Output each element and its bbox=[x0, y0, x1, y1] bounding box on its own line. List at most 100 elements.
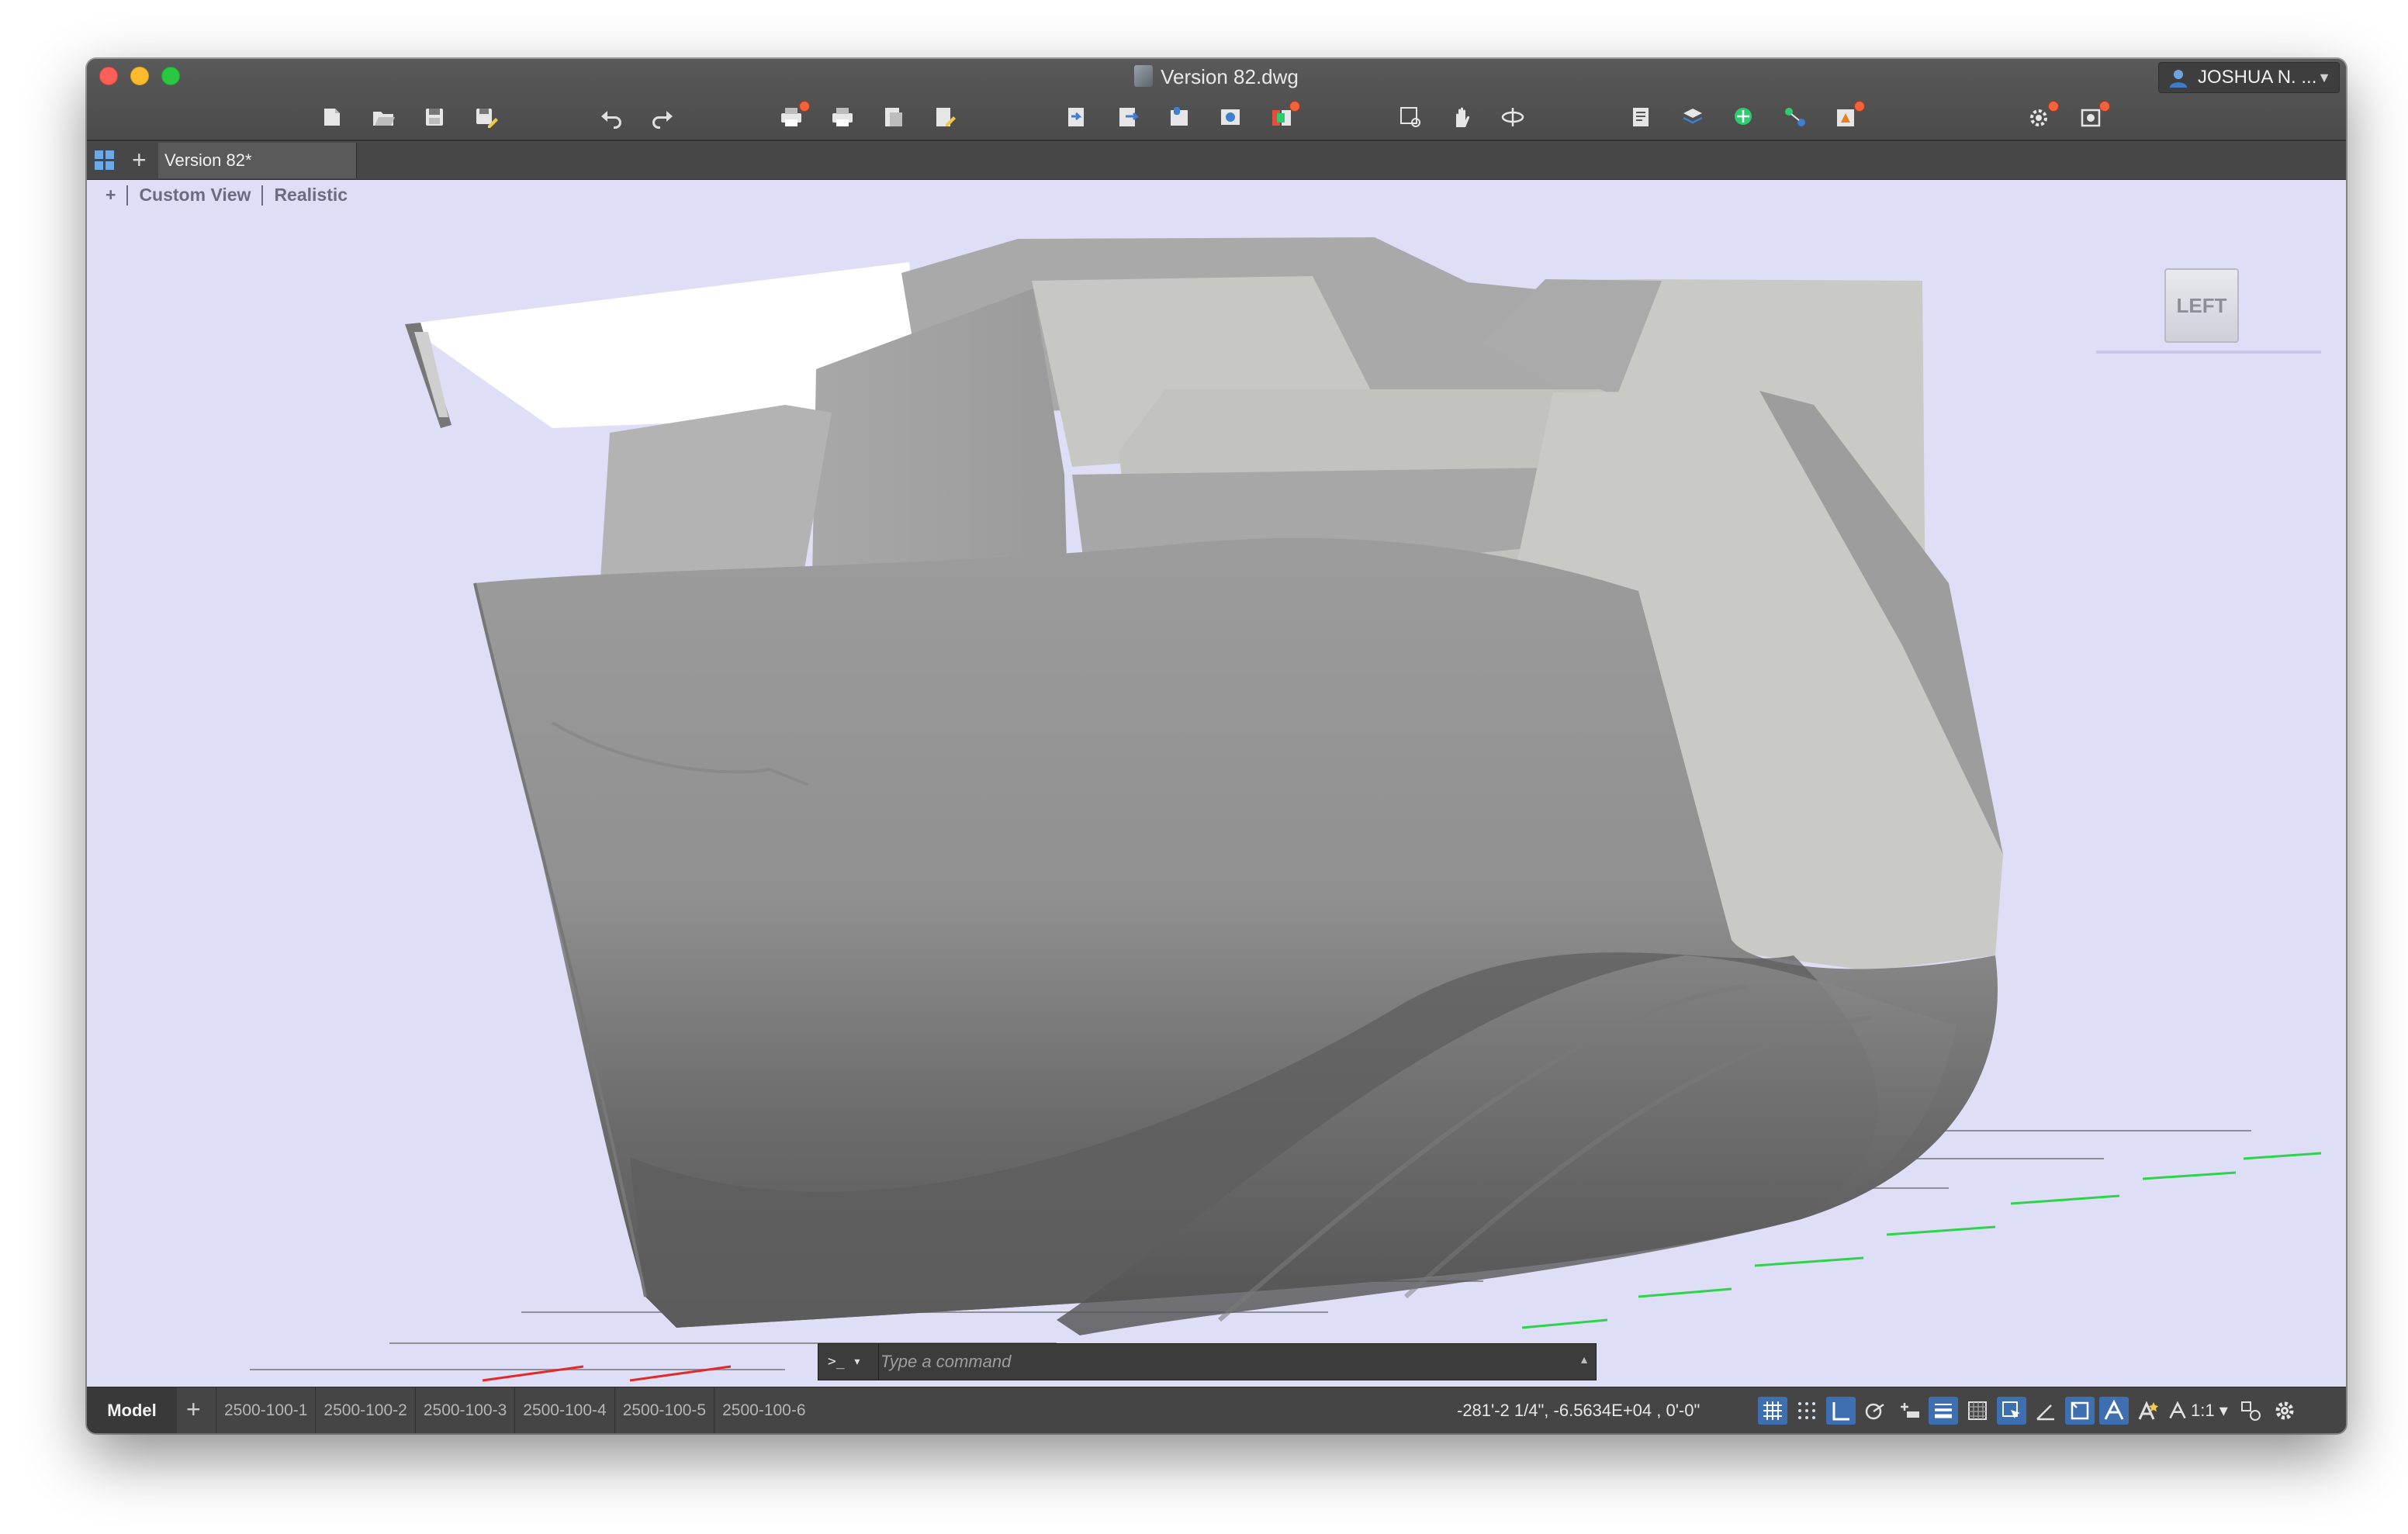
tab-layout[interactable]: 2500-100-1 bbox=[216, 1387, 315, 1433]
open-button[interactable] bbox=[368, 102, 399, 132]
transparency-toggle[interactable] bbox=[1963, 1397, 1992, 1425]
render-button[interactable] bbox=[2076, 101, 2110, 132]
tab-model[interactable]: Model bbox=[87, 1387, 177, 1433]
user-icon bbox=[2170, 70, 2187, 88]
chevron-down-icon: ▼ bbox=[2317, 70, 2331, 85]
viewcube-face-left[interactable]: LEFT bbox=[2164, 268, 2239, 343]
notify-button[interactable] bbox=[1831, 101, 1865, 132]
chevron-up-icon[interactable]: ▲ bbox=[1579, 1353, 1590, 1366]
layout-tabs: 2500-100-1 2500-100-2 2500-100-3 2500-10… bbox=[216, 1387, 814, 1433]
viewcube-compass bbox=[2096, 351, 2321, 354]
annotation-scale-icon bbox=[2169, 1401, 2186, 1419]
auto-scale-icon bbox=[2138, 1401, 2158, 1420]
visual-style-button[interactable]: Realistic bbox=[274, 185, 348, 206]
title-bar: Version 82.dwg JOSHUA N. ... ▼ bbox=[87, 59, 2346, 141]
lineweight-toggle[interactable] bbox=[1929, 1397, 1958, 1425]
coordinate-icon bbox=[1735, 108, 1752, 125]
tab-layout[interactable]: 2500-100-2 bbox=[315, 1387, 414, 1433]
settings-button[interactable] bbox=[2025, 101, 2059, 132]
viewport-menu-button[interactable]: + bbox=[106, 185, 116, 206]
ortho-toggle[interactable] bbox=[1826, 1397, 1856, 1425]
auto-scale-toggle[interactable] bbox=[2133, 1397, 2163, 1425]
references-button[interactable] bbox=[1266, 101, 1300, 132]
import-button[interactable] bbox=[1061, 102, 1092, 132]
orbit-icon bbox=[1501, 108, 1524, 126]
tab-version-82[interactable]: Version 82* bbox=[158, 143, 357, 178]
main-toolbar bbox=[87, 98, 2346, 136]
annotation-visibility-toggle[interactable] bbox=[2099, 1397, 2129, 1425]
status-bar: Model + 2500-100-1 2500-100-2 2500-100-3… bbox=[87, 1387, 2346, 1433]
notification-badge bbox=[799, 101, 810, 112]
grid-icon bbox=[1763, 1401, 1782, 1420]
selection-cycling-toggle[interactable] bbox=[1997, 1397, 2026, 1425]
batch-plot-button[interactable] bbox=[827, 102, 858, 132]
add-layout-button[interactable]: + bbox=[186, 1394, 201, 1425]
snap-toggle[interactable] bbox=[1792, 1397, 1822, 1425]
dwg-file-icon bbox=[1134, 65, 1154, 87]
export-icon bbox=[1119, 108, 1140, 126]
properties-button[interactable] bbox=[1626, 102, 1657, 132]
export-button[interactable] bbox=[1112, 102, 1143, 132]
tab-layout[interactable]: 2500-100-6 bbox=[714, 1387, 813, 1433]
annotation-scale-button[interactable]: 1:1 ▾ bbox=[2168, 1397, 2231, 1425]
plot-button[interactable] bbox=[776, 101, 810, 132]
view-control-button[interactable]: Custom View bbox=[139, 185, 251, 206]
command-input[interactable] bbox=[881, 1349, 1563, 1375]
share-button[interactable] bbox=[1215, 102, 1246, 132]
command-history-button[interactable]: >_ ▾ bbox=[818, 1344, 879, 1380]
angle-icon bbox=[2036, 1404, 2054, 1421]
osnap-toggle[interactable] bbox=[2065, 1397, 2095, 1425]
orbit-button[interactable] bbox=[1497, 102, 1528, 132]
new-tab-button[interactable]: + bbox=[132, 144, 147, 175]
document-tab-bar: + Version 82* bbox=[87, 141, 2346, 180]
window-title-text: Version 82.dwg bbox=[1161, 65, 1299, 88]
attach-icon bbox=[1171, 107, 1188, 126]
viewport-controls: + Custom View Realistic bbox=[106, 185, 348, 206]
new-button[interactable] bbox=[317, 102, 348, 132]
tab-layout[interactable]: 2500-100-3 bbox=[414, 1387, 514, 1433]
app-window: Version 82.dwg JOSHUA N. ... ▼ + Version… bbox=[87, 59, 2346, 1433]
notification-badge bbox=[2099, 101, 2110, 112]
redo-button[interactable] bbox=[647, 102, 678, 132]
undo-icon bbox=[601, 111, 621, 129]
connect-button[interactable] bbox=[1780, 102, 1811, 132]
window-title: Version 82.dwg bbox=[87, 64, 2346, 90]
osnap-tracking-toggle[interactable] bbox=[2031, 1397, 2060, 1425]
workspace-switch-button[interactable] bbox=[2236, 1397, 2265, 1425]
lineweight-icon bbox=[1935, 1404, 1952, 1418]
3d-model-render bbox=[250, 237, 2322, 1382]
annotation-icon bbox=[2104, 1399, 2124, 1420]
snap-icon bbox=[1798, 1402, 1815, 1419]
new-icon bbox=[324, 109, 340, 126]
save-button[interactable] bbox=[419, 102, 450, 132]
zoom-window-button[interactable] bbox=[1395, 102, 1426, 132]
status-toggles: 1:1 ▾ bbox=[1758, 1397, 2299, 1425]
connect-icon bbox=[1785, 108, 1805, 126]
tab-layout[interactable]: 2500-100-4 bbox=[514, 1387, 614, 1433]
layer-button[interactable] bbox=[1677, 102, 1708, 132]
pan-button[interactable] bbox=[1446, 102, 1477, 132]
tab-layout[interactable]: 2500-100-5 bbox=[614, 1387, 714, 1433]
start-grid-icon[interactable] bbox=[93, 149, 116, 172]
save-as-button[interactable] bbox=[470, 102, 501, 132]
dynamic-input-icon bbox=[1901, 1403, 1919, 1418]
dynamic-input-toggle[interactable] bbox=[1894, 1397, 1924, 1425]
page-setup-button[interactable] bbox=[878, 102, 909, 132]
import-icon bbox=[1068, 108, 1084, 126]
grid-toggle[interactable] bbox=[1758, 1397, 1787, 1425]
coordinate-readout[interactable]: -281'-2 1/4", -6.5634E+04 , 0'-0" bbox=[1457, 1387, 1700, 1433]
attach-button[interactable] bbox=[1164, 102, 1195, 132]
undo-button[interactable] bbox=[596, 102, 627, 132]
polar-toggle[interactable] bbox=[1860, 1397, 1890, 1425]
publish-button[interactable] bbox=[929, 102, 960, 132]
share-icon bbox=[1221, 109, 1240, 125]
properties-icon bbox=[1633, 108, 1649, 126]
workspace-icon bbox=[2240, 1401, 2261, 1421]
batch-plot-icon bbox=[832, 108, 853, 126]
viewcube[interactable]: LEFT bbox=[2160, 264, 2244, 351]
coordinate-button[interactable] bbox=[1728, 102, 1759, 132]
user-account-menu[interactable]: JOSHUA N. ... ▼ bbox=[2158, 62, 2340, 93]
drawing-viewport[interactable]: + Custom View Realistic LEFT bbox=[87, 180, 2346, 1387]
customization-button[interactable] bbox=[2270, 1397, 2299, 1425]
page-setup-icon bbox=[885, 108, 902, 126]
